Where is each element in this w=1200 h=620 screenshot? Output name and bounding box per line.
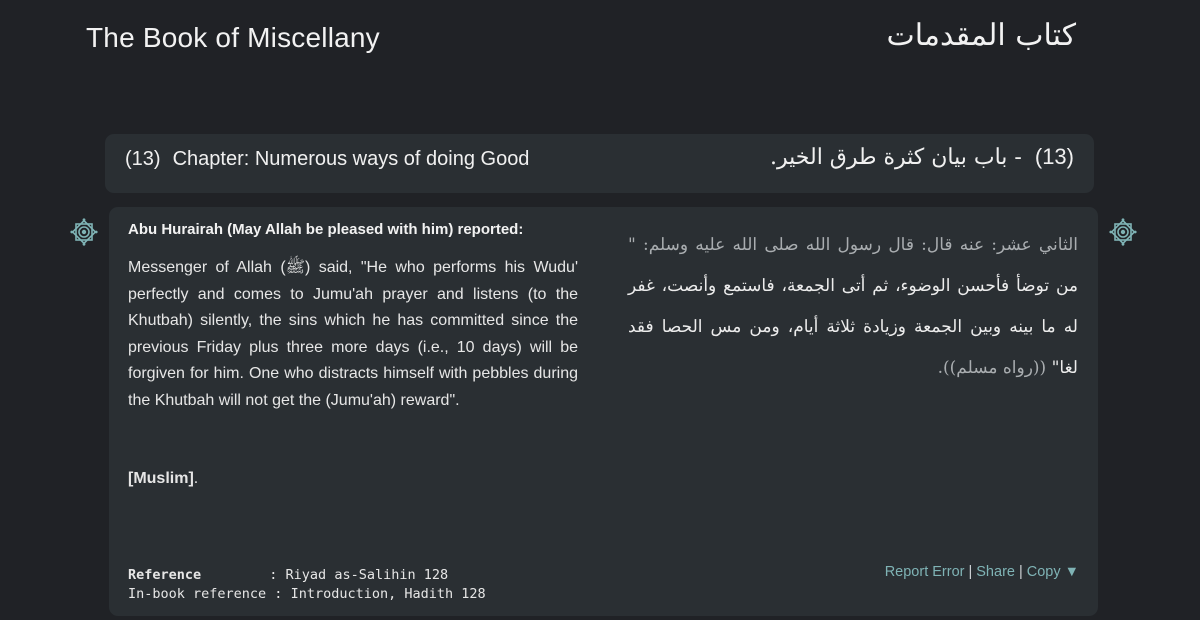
chapter-heading: (13) Chapter: Numerous ways of doing Good… xyxy=(105,134,1094,193)
copy-label: Copy xyxy=(1026,564,1061,580)
share-link[interactable]: Share xyxy=(976,564,1015,580)
reference-separator: : xyxy=(261,567,286,583)
hadith-grade-suffix: . xyxy=(193,470,199,487)
hadith-source-arabic: ((رواه مسلم)). xyxy=(937,358,1047,378)
chapter-number-english: (13) xyxy=(125,148,161,170)
report-error-link[interactable]: Report Error xyxy=(885,564,965,580)
hadith-actions: Report Error | Share | Copy ▼ xyxy=(885,564,1079,580)
hadith-grade-label: [Muslim] xyxy=(128,470,194,487)
chapter-number-arabic: (13) xyxy=(1034,144,1074,169)
action-separator: | xyxy=(968,564,973,580)
chapter-title-arabic: (13) - باب بيان كثرة طرق الخير. xyxy=(770,144,1074,170)
copy-link[interactable]: Copy ▼ xyxy=(1027,564,1079,580)
chapter-title-english: (13) Chapter: Numerous ways of doing Good xyxy=(125,148,529,171)
book-title-arabic: كتاب المقدمات xyxy=(886,18,1076,53)
inbook-reference-label: In-book reference xyxy=(128,586,267,602)
hadith-card: Abu Hurairah (May Allah be pleased with … xyxy=(109,207,1098,616)
book-title-english: The Book of Miscellany xyxy=(86,22,380,53)
chevron-down-icon: ▼ xyxy=(1064,564,1079,580)
ornament-icon xyxy=(70,218,98,246)
reference-value: Riyad as-Salihin 128 xyxy=(285,567,449,583)
inbook-reference-row: In-book reference : Introduction, Hadith… xyxy=(128,585,486,604)
action-separator: | xyxy=(1018,564,1023,580)
chapter-title-arabic-text: - باب بيان كثرة طرق الخير. xyxy=(770,145,1022,170)
chapter-title-english-text: Chapter: Numerous ways of doing Good xyxy=(172,148,530,170)
reference-label: Reference xyxy=(128,567,202,583)
ornament-icon xyxy=(1109,218,1137,246)
reference-row: Reference : Riyad as-Salihin 128 xyxy=(128,566,486,585)
inbook-reference-separator: : xyxy=(266,586,291,602)
hadith-narrator-english: Abu Hurairah (May Allah be pleased with … xyxy=(128,221,524,238)
hadith-narrator-arabic: الثاني عشر: عنه قال: قال رسول الله صلى ا… xyxy=(628,235,1078,255)
hadith-text-arabic: الثاني عشر: عنه قال: قال رسول الله صلى ا… xyxy=(628,225,1078,389)
hadith-text-english: Messenger of Allah (ﷺ) said, "He who per… xyxy=(128,259,579,409)
hadith-references: Reference : Riyad as-Salihin 128 In-book… xyxy=(128,566,486,604)
hadith-grade: [Muslim]. xyxy=(128,470,198,488)
inbook-reference-value: Introduction, Hadith 128 xyxy=(290,586,486,602)
